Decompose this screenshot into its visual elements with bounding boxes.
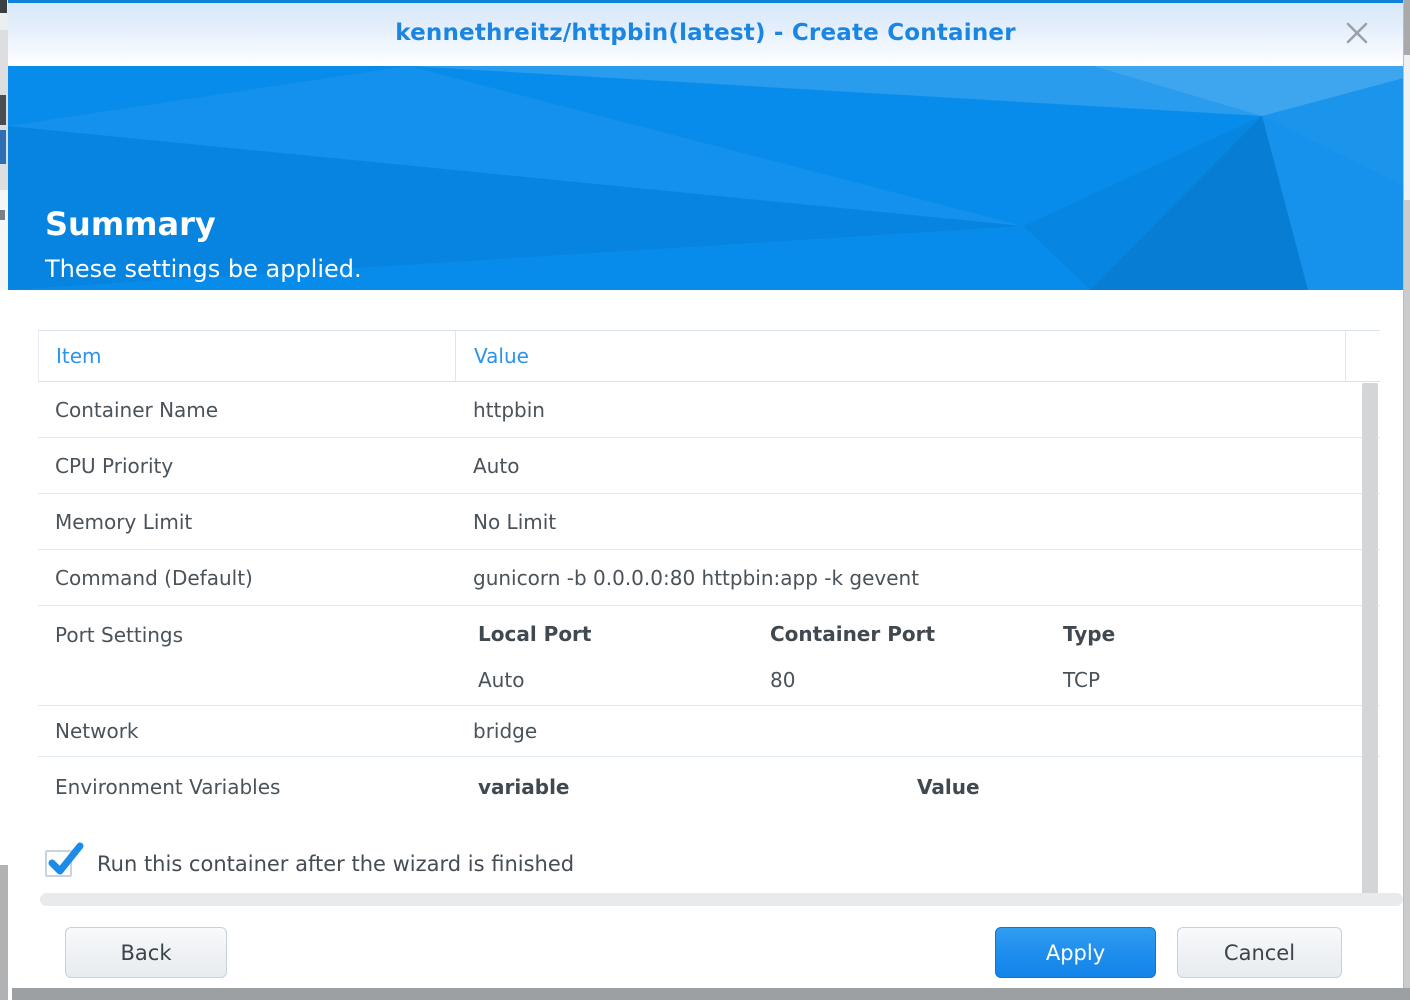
cancel-button-label: Cancel: [1224, 941, 1295, 965]
environment-variables-subtable: variable Value: [478, 757, 1380, 799]
table-row-environment-variables: Environment Variables variable Value: [38, 757, 1380, 830]
summary-table: Item Value Container Name httpbin CPU Pr…: [38, 330, 1380, 830]
row-value: httpbin: [455, 398, 1380, 422]
background-text-fragment: [0, 95, 6, 125]
table-row-network: Network bridge: [38, 706, 1380, 757]
run-after-wizard-label: Run this container after the wizard is f…: [97, 852, 574, 876]
run-after-wizard-checkbox[interactable]: [45, 850, 72, 877]
subtable-header-local-port: Local Port: [478, 606, 770, 668]
table-row-port-settings: Port Settings Local Port Container Port …: [38, 606, 1380, 706]
row-label: Network: [38, 719, 455, 743]
row-value: bridge: [455, 719, 1380, 743]
step-title: Summary: [45, 205, 216, 243]
background-text-fragment: [0, 210, 5, 220]
step-subtitle: These settings be applied.: [45, 255, 362, 283]
row-label: Port Settings: [38, 606, 455, 647]
back-button[interactable]: Back: [65, 927, 227, 978]
background-text-fragment: [0, 0, 7, 13]
screen: kennethreitz/httpbin(latest) - Create Co…: [0, 0, 1410, 1000]
table-row-command: Command (Default) gunicorn -b 0.0.0.0:80…: [38, 550, 1380, 606]
horizontal-scrollbar-thumb[interactable]: [40, 893, 1403, 906]
wizard-step-header: Summary These settings be applied.: [8, 66, 1403, 290]
subtable-value-type: TCP: [1063, 668, 1380, 692]
column-header-value[interactable]: Value: [456, 331, 1346, 381]
row-label: Container Name: [38, 398, 455, 422]
background-window-sliver-right: [1404, 0, 1410, 1000]
table-row-cpu-priority: CPU Priority Auto: [38, 438, 1380, 494]
dialog-titlebar: kennethreitz/httpbin(latest) - Create Co…: [8, 0, 1403, 66]
row-label: Environment Variables: [38, 757, 455, 799]
subtable-header-variable: variable: [478, 757, 917, 799]
row-label: Memory Limit: [38, 510, 455, 534]
subtable-header-type: Type: [1063, 606, 1380, 668]
vertical-scrollbar-thumb[interactable]: [1362, 383, 1378, 905]
run-after-wizard-row: Run this container after the wizard is f…: [45, 849, 574, 878]
row-value: No Limit: [455, 510, 1380, 534]
dialog-title: kennethreitz/httpbin(latest) - Create Co…: [8, 20, 1403, 46]
cancel-button[interactable]: Cancel: [1177, 927, 1342, 978]
background-text-fragment: [0, 130, 6, 164]
table-row-memory-limit: Memory Limit No Limit: [38, 494, 1380, 550]
row-label: Command (Default): [38, 566, 455, 590]
port-settings-subtable: Local Port Container Port Type Auto 80 T…: [478, 606, 1380, 692]
row-value: gunicorn -b 0.0.0.0:80 httpbin:app -k ge…: [455, 566, 1380, 590]
checkmark-icon: [48, 843, 86, 881]
subtable-value-local-port: Auto: [478, 668, 770, 692]
subtable-header-container-port: Container Port: [770, 606, 1063, 668]
apply-button[interactable]: Apply: [995, 927, 1156, 978]
apply-button-label: Apply: [1046, 941, 1105, 965]
row-label: CPU Priority: [38, 454, 455, 478]
column-header-spacer: [1346, 331, 1380, 381]
subtable-value-container-port: 80: [770, 668, 1063, 692]
create-container-dialog: kennethreitz/httpbin(latest) - Create Co…: [8, 0, 1404, 988]
background-window-sliver-left: [0, 0, 8, 1000]
table-header-row: Item Value: [38, 330, 1380, 382]
back-button-label: Back: [121, 941, 172, 965]
column-header-item[interactable]: Item: [39, 331, 456, 381]
table-row-container-name: Container Name httpbin: [38, 382, 1380, 438]
close-icon[interactable]: [1341, 17, 1373, 49]
dialog-bottom-edge: [12, 988, 1410, 1000]
subtable-header-value: Value: [917, 757, 1380, 799]
row-value: Auto: [455, 454, 1380, 478]
